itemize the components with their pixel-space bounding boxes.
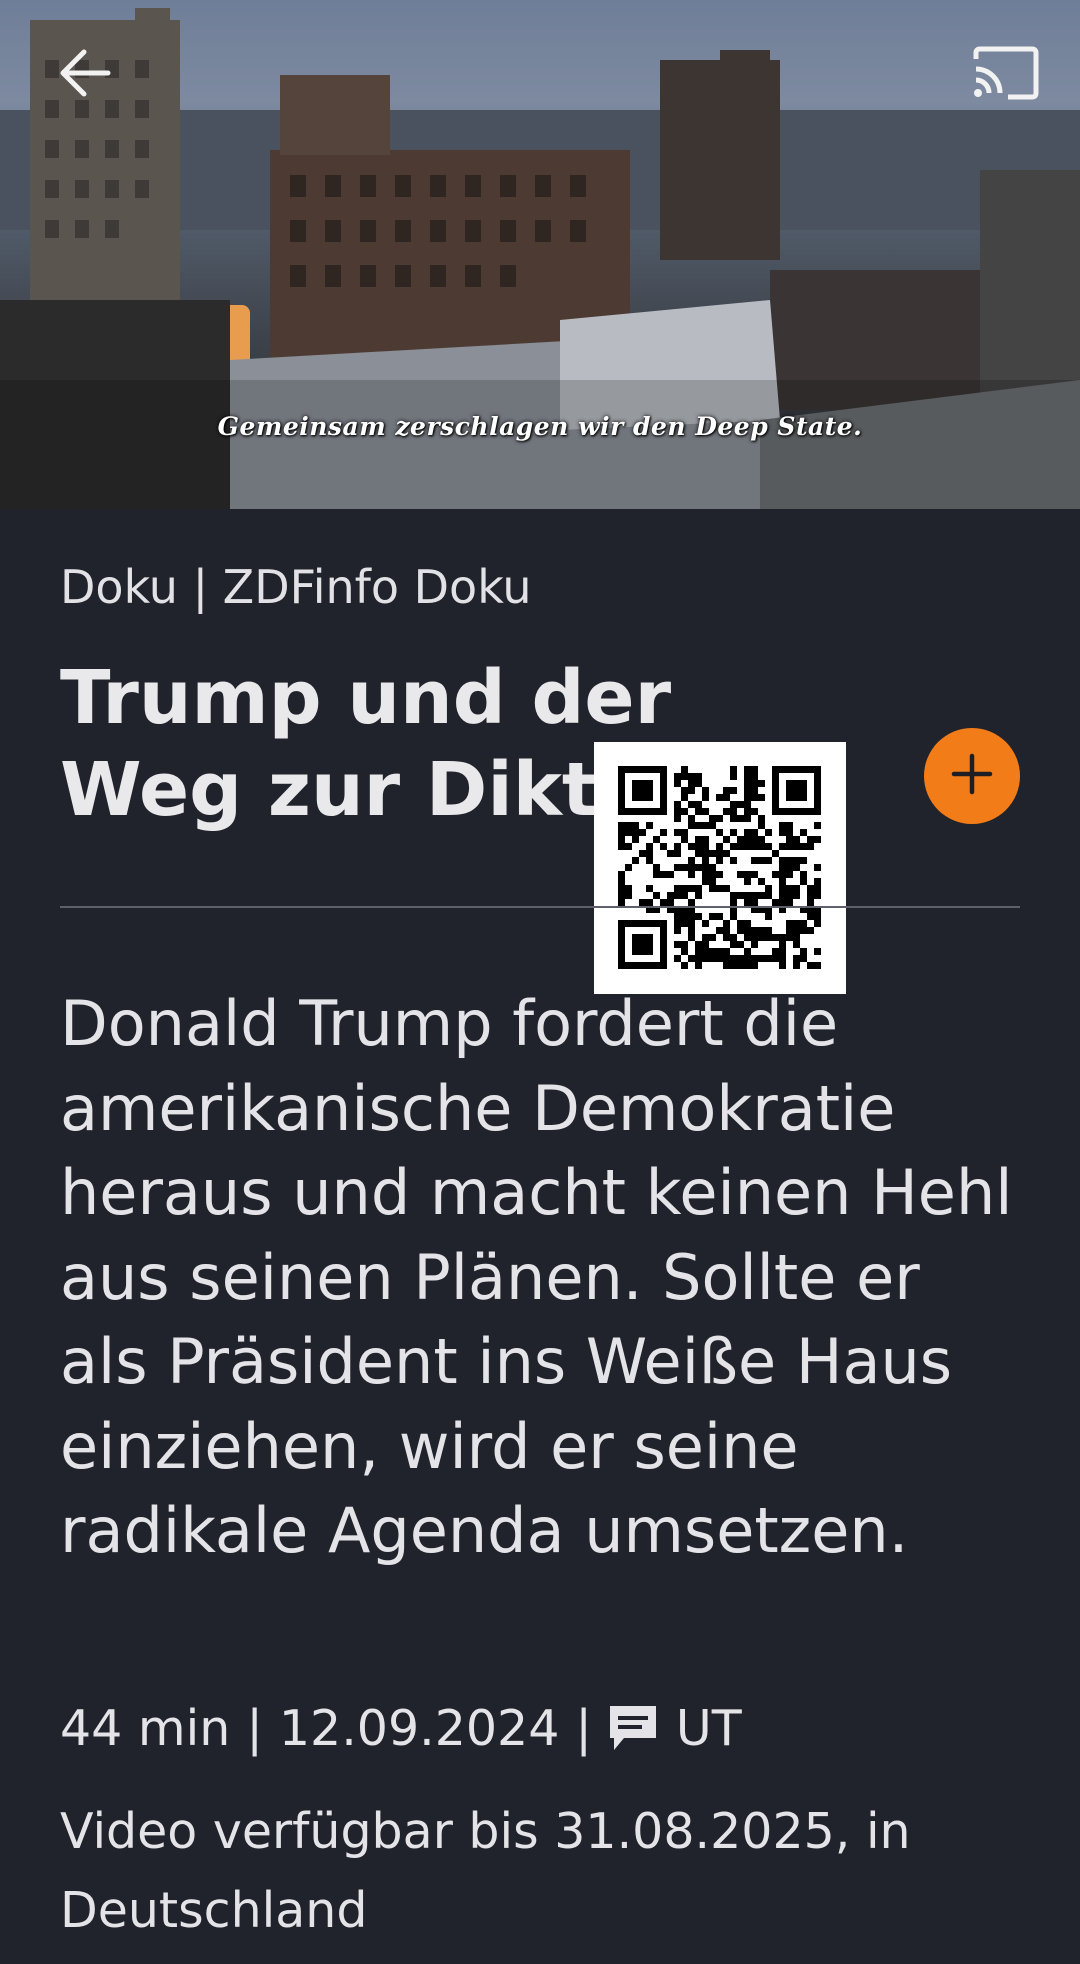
qr-code <box>594 742 846 994</box>
arrow-left-icon <box>58 48 112 102</box>
meta-info: 44 min | 12.09.2024 | UT <box>60 1700 742 1757</box>
subtitles-icon <box>608 1704 658 1754</box>
separator: | <box>575 1700 592 1757</box>
divider <box>60 906 1020 908</box>
cast-icon <box>970 45 1040 105</box>
back-button[interactable] <box>50 40 120 110</box>
description-text: Donald Trump fordert die amerikanische D… <box>60 987 1013 1567</box>
add-to-watchlist-button[interactable] <box>924 728 1020 824</box>
plus-icon <box>950 752 994 800</box>
separator: | <box>246 1700 263 1757</box>
subtitles-label: UT <box>675 1700 742 1757</box>
video-subtitle-caption: Gemeinsam zerschlagen wir den Deep State… <box>217 412 863 441</box>
category-label: Doku | ZDFinfo Doku <box>60 560 532 614</box>
broadcast-date: 12.09.2024 <box>278 1700 560 1757</box>
duration: 44 min <box>60 1700 231 1757</box>
cast-button[interactable] <box>965 40 1045 110</box>
hero-image[interactable]: Gemeinsam zerschlagen wir den Deep State… <box>0 0 1080 509</box>
availability-text: Video verfügbar bis 31.08.2025, in Deuts… <box>60 1803 911 1939</box>
